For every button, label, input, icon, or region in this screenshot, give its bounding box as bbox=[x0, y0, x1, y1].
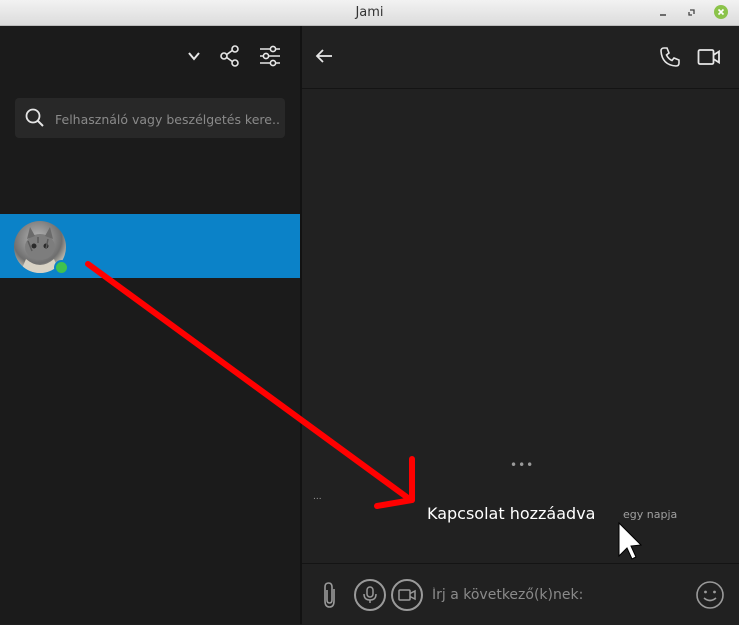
video-message-button[interactable] bbox=[391, 579, 423, 611]
search-input[interactable] bbox=[53, 98, 283, 140]
restore-icon bbox=[688, 9, 695, 16]
video-call-button[interactable] bbox=[695, 44, 723, 70]
chat-panel: ••• ... Kapcsolat hozzáadva egy napja bbox=[302, 26, 739, 625]
back-arrow-icon bbox=[315, 49, 332, 63]
emoji-icon bbox=[696, 581, 724, 609]
video-message-icon bbox=[398, 589, 416, 601]
maximize-button[interactable] bbox=[685, 5, 699, 19]
chat-header bbox=[302, 26, 739, 89]
message-input[interactable] bbox=[430, 579, 684, 611]
presence-indicator bbox=[54, 260, 69, 275]
window-titlebar: Jami bbox=[0, 0, 739, 26]
conversation-item[interactable] bbox=[0, 214, 300, 278]
attach-button[interactable] bbox=[318, 580, 342, 610]
message-text: Kapcsolat hozzáadva bbox=[427, 504, 596, 523]
close-button[interactable] bbox=[714, 5, 728, 19]
share-icon bbox=[220, 45, 239, 67]
sidebar bbox=[0, 26, 300, 624]
share-button[interactable] bbox=[218, 44, 242, 68]
message-composer bbox=[302, 563, 739, 625]
audio-call-button[interactable] bbox=[657, 44, 683, 70]
minimize-icon bbox=[660, 14, 666, 16]
chevron-down-icon bbox=[188, 52, 200, 61]
read-status: ... bbox=[313, 492, 322, 502]
typing-indicator: ••• bbox=[510, 458, 535, 472]
close-icon bbox=[717, 8, 725, 16]
audio-message-button[interactable] bbox=[354, 579, 386, 611]
account-menu-button[interactable] bbox=[184, 46, 204, 66]
back-button[interactable] bbox=[312, 44, 336, 68]
video-camera-icon bbox=[697, 49, 720, 65]
search-box[interactable] bbox=[15, 98, 285, 140]
microphone-icon bbox=[363, 586, 377, 603]
message-timestamp: egy napja bbox=[623, 508, 678, 521]
window-title: Jami bbox=[355, 5, 384, 20]
search-icon bbox=[25, 108, 44, 127]
paperclip-icon bbox=[324, 582, 335, 608]
phone-icon bbox=[660, 47, 680, 67]
emoji-button[interactable] bbox=[695, 580, 725, 610]
filter-icon bbox=[260, 45, 280, 67]
minimize-button[interactable] bbox=[656, 5, 670, 19]
settings-button[interactable] bbox=[258, 44, 282, 68]
